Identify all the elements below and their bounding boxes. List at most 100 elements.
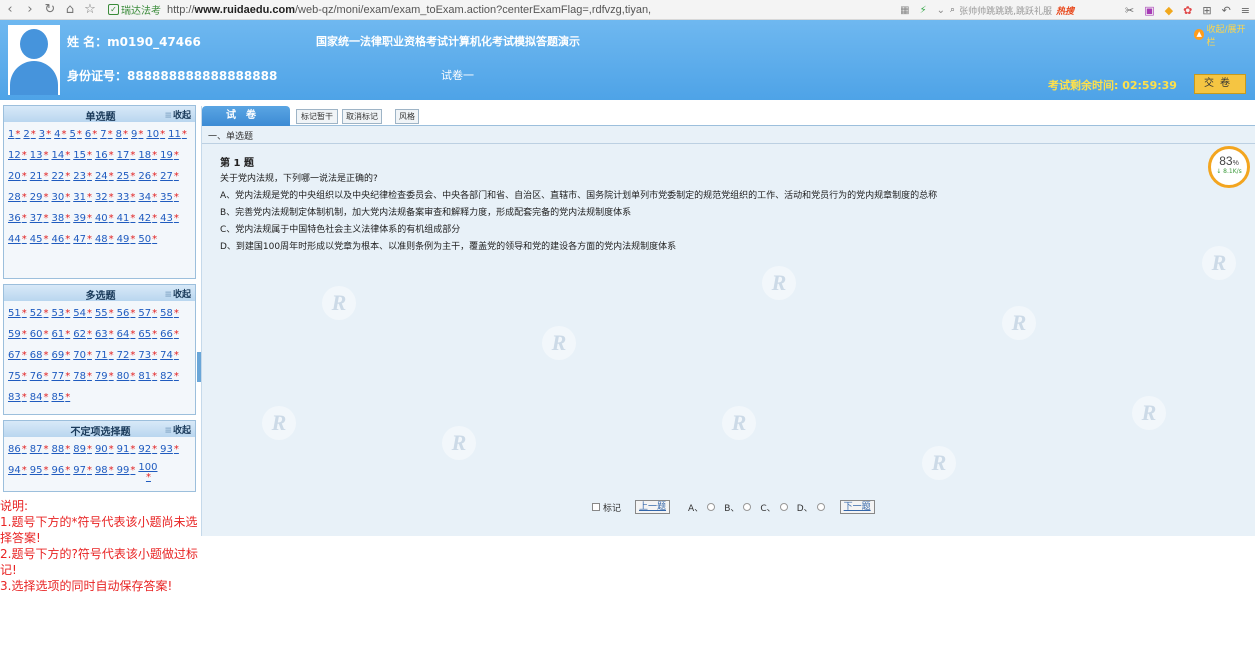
lightning-icon[interactable]: ⚡ bbox=[920, 5, 927, 16]
question-link[interactable]: 42* bbox=[138, 208, 157, 229]
extension-icon[interactable]: ▣ bbox=[1144, 4, 1154, 17]
question-link[interactable]: 57* bbox=[138, 303, 157, 324]
question-link[interactable]: 81* bbox=[138, 366, 157, 387]
question-link[interactable]: 58* bbox=[160, 303, 179, 324]
bookmark-star-icon[interactable]: ☆ bbox=[80, 0, 100, 20]
question-link[interactable]: 63* bbox=[95, 324, 114, 345]
mark-button[interactable]: 标记暂干 bbox=[296, 109, 338, 124]
question-link[interactable]: 62* bbox=[73, 324, 92, 345]
question-link[interactable]: 64* bbox=[117, 324, 136, 345]
question-link[interactable]: 8* bbox=[116, 124, 128, 145]
question-link[interactable]: 16* bbox=[95, 145, 114, 166]
question-link[interactable]: 98* bbox=[95, 460, 114, 481]
question-link[interactable]: 50* bbox=[138, 229, 157, 250]
network-speed-gauge[interactable]: 83% ↓ 8.1K/s bbox=[1208, 146, 1250, 188]
question-link[interactable]: 91* bbox=[117, 439, 136, 460]
question-link[interactable]: 69* bbox=[51, 345, 70, 366]
question-link[interactable]: 5* bbox=[70, 124, 82, 145]
question-link[interactable]: 86* bbox=[8, 439, 27, 460]
question-link[interactable]: 17* bbox=[117, 145, 136, 166]
choice-a[interactable]: A、 bbox=[688, 501, 716, 514]
mark-checkbox[interactable] bbox=[592, 503, 600, 511]
question-link[interactable]: 84* bbox=[30, 387, 49, 408]
question-link[interactable]: 49* bbox=[117, 229, 136, 250]
game-icon[interactable]: ✿ bbox=[1183, 4, 1192, 17]
question-link[interactable]: 12* bbox=[8, 145, 27, 166]
home-icon[interactable]: ⌂ bbox=[60, 0, 80, 20]
question-link[interactable]: 89* bbox=[73, 439, 92, 460]
question-link[interactable]: 92* bbox=[138, 439, 157, 460]
question-link[interactable]: 30* bbox=[51, 187, 70, 208]
back-icon[interactable]: ‹ bbox=[0, 0, 20, 20]
question-link[interactable]: 22* bbox=[51, 166, 70, 187]
question-link[interactable]: 87* bbox=[30, 439, 49, 460]
choice-radio[interactable] bbox=[779, 503, 788, 511]
question-link[interactable]: 24* bbox=[95, 166, 114, 187]
collapse-button[interactable]: ≡收起 bbox=[164, 423, 191, 436]
question-link[interactable]: 77* bbox=[51, 366, 70, 387]
choice-d[interactable]: D、 bbox=[797, 501, 825, 514]
question-link[interactable]: 75* bbox=[8, 366, 27, 387]
question-link[interactable]: 48* bbox=[95, 229, 114, 250]
question-link[interactable]: 2* bbox=[23, 124, 35, 145]
question-link[interactable]: 85* bbox=[51, 387, 70, 408]
question-link[interactable]: 73* bbox=[138, 345, 157, 366]
collapse-button[interactable]: ≡收起 bbox=[164, 108, 191, 121]
shield-icon[interactable]: ◆ bbox=[1165, 4, 1173, 17]
question-link[interactable]: 67* bbox=[8, 345, 27, 366]
search-input[interactable]: ⌕ 张帅帅跳跳跳,跳跃礼服 热搜 bbox=[950, 2, 1120, 18]
question-link[interactable]: 70* bbox=[73, 345, 92, 366]
question-link[interactable]: 97* bbox=[73, 460, 92, 481]
question-link[interactable]: 79* bbox=[95, 366, 114, 387]
question-link[interactable]: 19* bbox=[160, 145, 179, 166]
question-link[interactable]: 47* bbox=[73, 229, 92, 250]
toggle-panel-button[interactable]: ▲ 收起/展开栏 bbox=[1194, 25, 1252, 48]
question-link[interactable]: 59* bbox=[8, 324, 27, 345]
question-link[interactable]: 45* bbox=[30, 229, 49, 250]
prev-question-button[interactable]: 上一题 bbox=[635, 500, 671, 514]
question-link[interactable]: 74* bbox=[160, 345, 179, 366]
question-link[interactable]: 23* bbox=[73, 166, 92, 187]
question-link[interactable]: 76* bbox=[30, 366, 49, 387]
question-link[interactable]: 1* bbox=[8, 124, 20, 145]
question-link[interactable]: 55* bbox=[95, 303, 114, 324]
question-link[interactable]: 80* bbox=[117, 366, 136, 387]
question-link[interactable]: 3* bbox=[39, 124, 51, 145]
menu-icon[interactable]: ≡ bbox=[1241, 4, 1250, 17]
question-link[interactable]: 29* bbox=[30, 187, 49, 208]
question-link[interactable]: 51* bbox=[8, 303, 27, 324]
question-link[interactable]: 43* bbox=[160, 208, 179, 229]
question-link[interactable]: 72* bbox=[117, 345, 136, 366]
question-link[interactable]: 39* bbox=[73, 208, 92, 229]
address-bar[interactable]: ✓ 瑞达法考 http://www.ruidaedu.com/web-qz/mo… bbox=[108, 0, 868, 20]
choice-radio[interactable] bbox=[707, 503, 716, 511]
question-link[interactable]: 83* bbox=[8, 387, 27, 408]
question-link[interactable]: 15* bbox=[73, 145, 92, 166]
question-link[interactable]: 34* bbox=[138, 187, 157, 208]
question-link[interactable]: 6* bbox=[85, 124, 97, 145]
question-link[interactable]: 71* bbox=[95, 345, 114, 366]
question-link[interactable]: 61* bbox=[51, 324, 70, 345]
question-link[interactable]: 26* bbox=[138, 166, 157, 187]
question-link[interactable]: 25* bbox=[117, 166, 136, 187]
question-link[interactable]: 96* bbox=[51, 460, 70, 481]
question-link[interactable]: 60* bbox=[30, 324, 49, 345]
question-link[interactable]: 28* bbox=[8, 187, 27, 208]
next-question-button[interactable]: 下一题 bbox=[839, 500, 875, 514]
grid-icon[interactable]: ▦ bbox=[900, 5, 909, 16]
question-link[interactable]: 38* bbox=[51, 208, 70, 229]
question-link[interactable]: 88* bbox=[51, 439, 70, 460]
collapse-button[interactable]: ≡收起 bbox=[164, 287, 191, 300]
chevron-down-icon[interactable]: ⌄ bbox=[937, 5, 945, 16]
question-link[interactable]: 14* bbox=[51, 145, 70, 166]
question-link[interactable]: 44* bbox=[8, 229, 27, 250]
question-link[interactable]: 32* bbox=[95, 187, 114, 208]
question-link[interactable]: 36* bbox=[8, 208, 27, 229]
question-link[interactable]: 94* bbox=[8, 460, 27, 481]
question-link[interactable]: 66* bbox=[160, 324, 179, 345]
forward-icon[interactable]: › bbox=[20, 0, 40, 20]
question-link[interactable]: 54* bbox=[73, 303, 92, 324]
question-link[interactable]: 99* bbox=[117, 460, 136, 481]
choice-c[interactable]: C、 bbox=[760, 501, 788, 514]
question-link[interactable]: 27* bbox=[160, 166, 179, 187]
